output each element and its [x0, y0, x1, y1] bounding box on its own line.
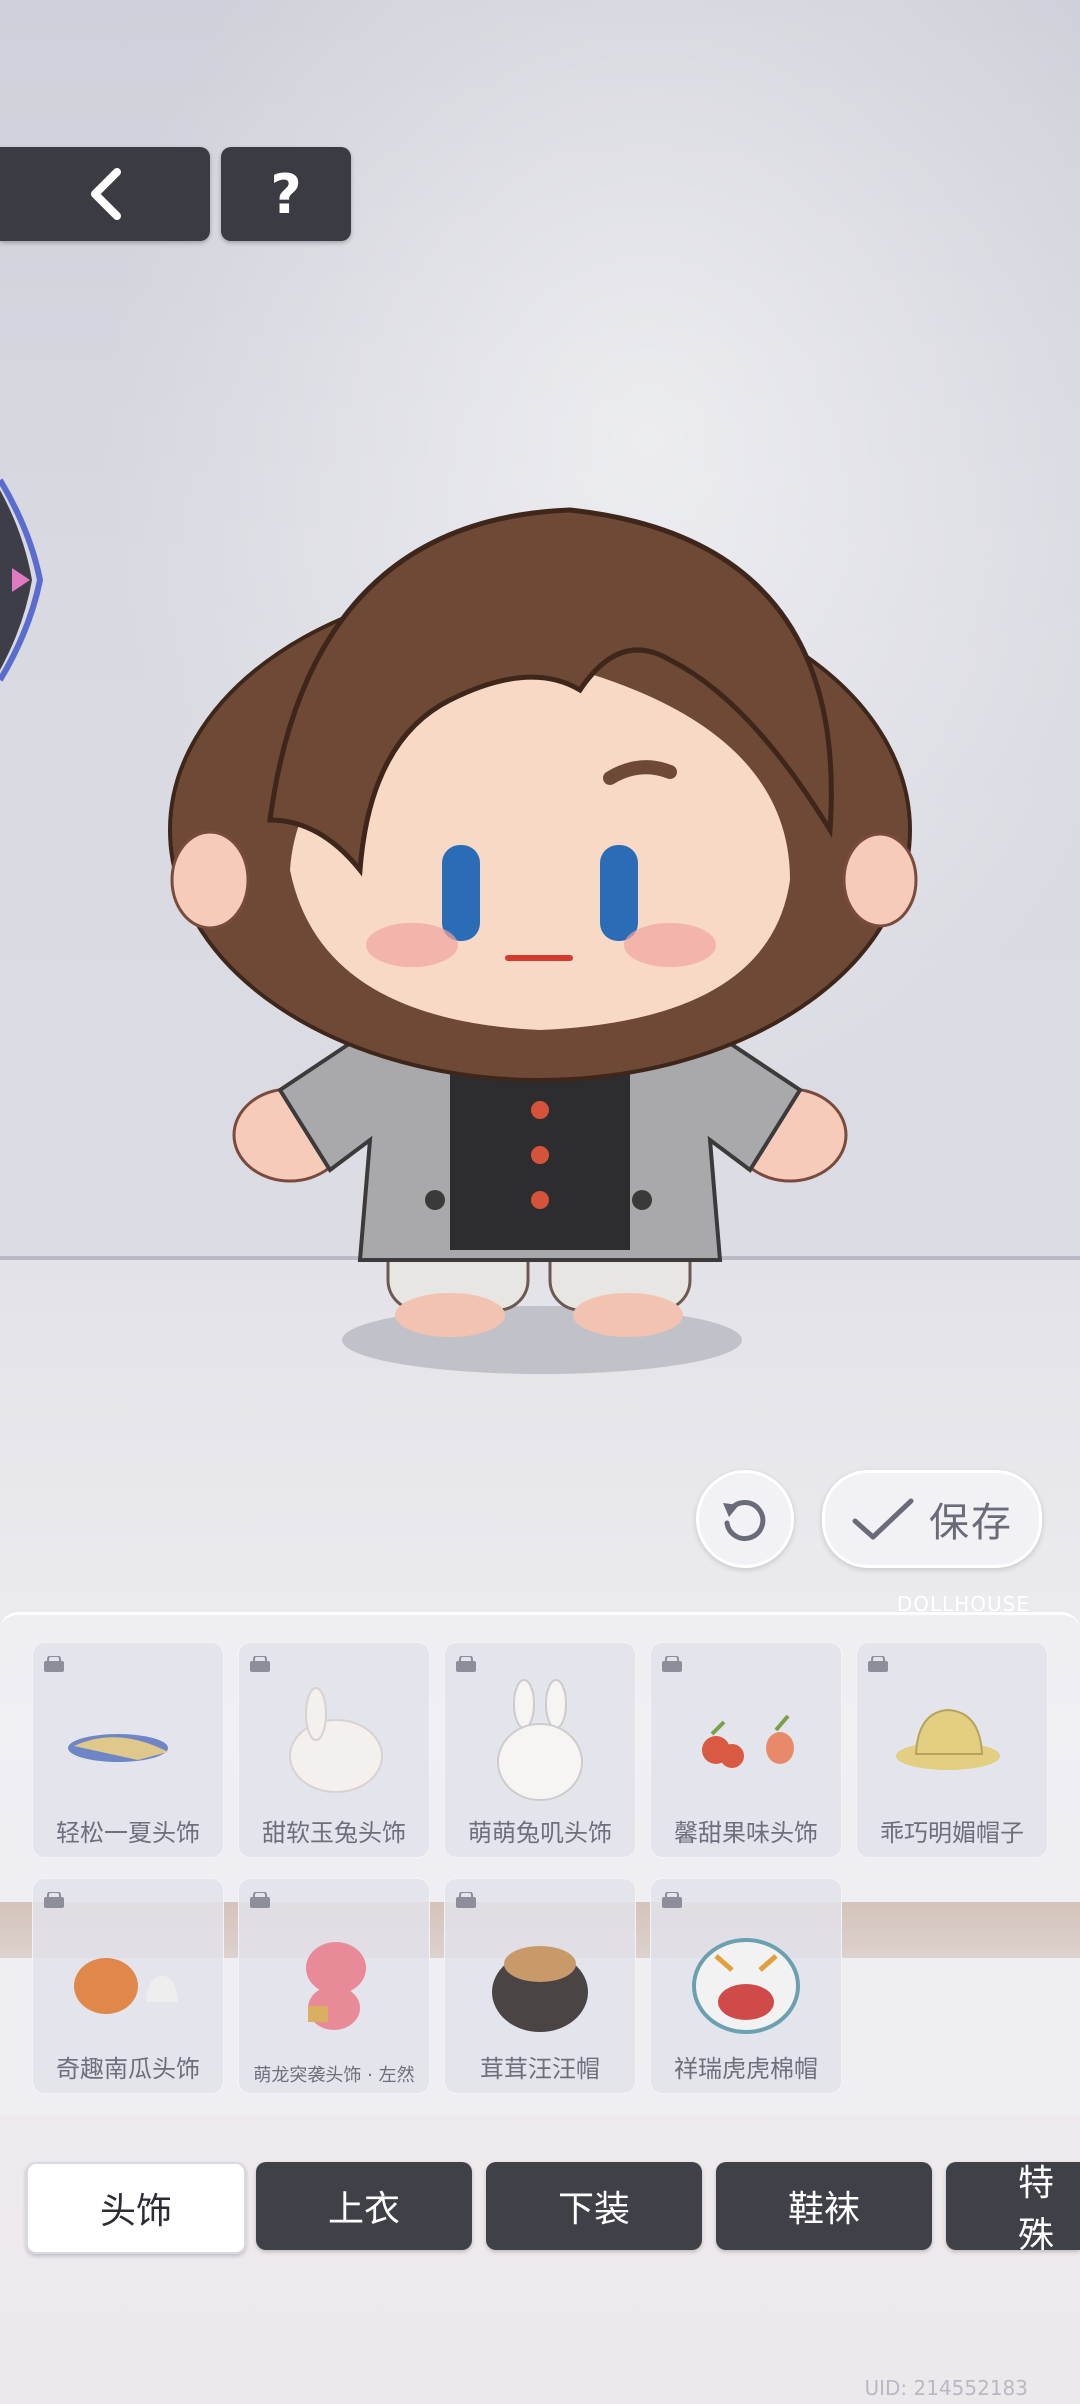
checkmark-icon [852, 1498, 914, 1540]
item-card[interactable]: 萌龙突袭头饰 · 左然 [238, 1878, 430, 2094]
save-button[interactable]: 保存 [822, 1470, 1042, 1568]
item-card[interactable]: 轻松一夏头饰 [32, 1642, 224, 1858]
doll-character[interactable] [150, 400, 930, 1380]
item-label: 轻松一夏头饰 [56, 1819, 200, 1847]
tab-shoes[interactable]: 鞋袜 [716, 2162, 932, 2250]
item-card[interactable]: 茸茸汪汪帽 [444, 1878, 636, 2094]
cap-icon [68, 1734, 168, 1762]
item-label: 萌萌兔叽头饰 [468, 1819, 612, 1847]
back-button[interactable] [0, 147, 210, 241]
reset-button[interactable] [696, 1470, 794, 1568]
tiger-hat-icon [692, 1938, 800, 2034]
tab-special[interactable]: 特殊 [946, 2162, 1080, 2250]
side-drawer-handle[interactable] [0, 470, 52, 690]
fruit-icon [702, 1714, 794, 1768]
item-label: 祥瑞虎虎棉帽 [674, 2055, 818, 2083]
save-label: 保存 [929, 1500, 1013, 1546]
item-label: 甜软玉兔头饰 [262, 1819, 406, 1847]
item-label: 乖巧明媚帽子 [880, 1819, 1024, 1847]
brand-label: DOLLHOUSE [896, 1592, 1030, 1616]
lock-icon [456, 1656, 476, 1672]
pumpkin-icon [74, 1958, 178, 2014]
tab-tops[interactable]: 上衣 [256, 2162, 472, 2250]
item-card[interactable]: 奇趣南瓜头饰 [32, 1878, 224, 2094]
item-label: 馨甜果味头饰 [674, 1819, 818, 1847]
dog-hat-icon [492, 1946, 588, 2032]
chevron-left-icon [91, 168, 121, 220]
item-label: 萌龙突袭头饰 · 左然 [253, 2065, 415, 2086]
side-arrow-icon [0, 478, 44, 682]
item-label: 奇趣南瓜头饰 [56, 2055, 200, 2083]
tab-bottoms[interactable]: 下装 [486, 2162, 702, 2250]
help-button[interactable]: ? [221, 147, 351, 241]
bunny-icon [289, 1687, 383, 1793]
lock-icon [662, 1656, 682, 1672]
tab-headwear[interactable]: 头饰 [26, 2162, 246, 2254]
lock-icon [456, 1892, 476, 1908]
item-card[interactable]: 萌萌兔叽头饰 [444, 1642, 636, 1858]
item-card[interactable]: 甜软玉兔头饰 [238, 1642, 430, 1858]
item-label: 茸茸汪汪帽 [480, 2055, 600, 2083]
lock-icon [44, 1892, 64, 1908]
undo-icon [723, 1500, 766, 1541]
item-card[interactable]: 祥瑞虎虎棉帽 [650, 1878, 842, 2094]
lock-icon [250, 1656, 270, 1672]
lock-icon [250, 1892, 270, 1908]
item-card[interactable]: 乖巧明媚帽子 [856, 1642, 1048, 1858]
sun-hat-icon [896, 1708, 1000, 1770]
bunny-head-icon [497, 1679, 583, 1801]
lock-icon [44, 1656, 64, 1672]
item-card[interactable]: 馨甜果味头饰 [650, 1642, 842, 1858]
lock-icon [868, 1656, 888, 1672]
uid-label: UID: 214552183 [864, 2376, 1028, 2400]
lock-icon [662, 1892, 682, 1908]
dragon-icon [306, 1942, 366, 2030]
